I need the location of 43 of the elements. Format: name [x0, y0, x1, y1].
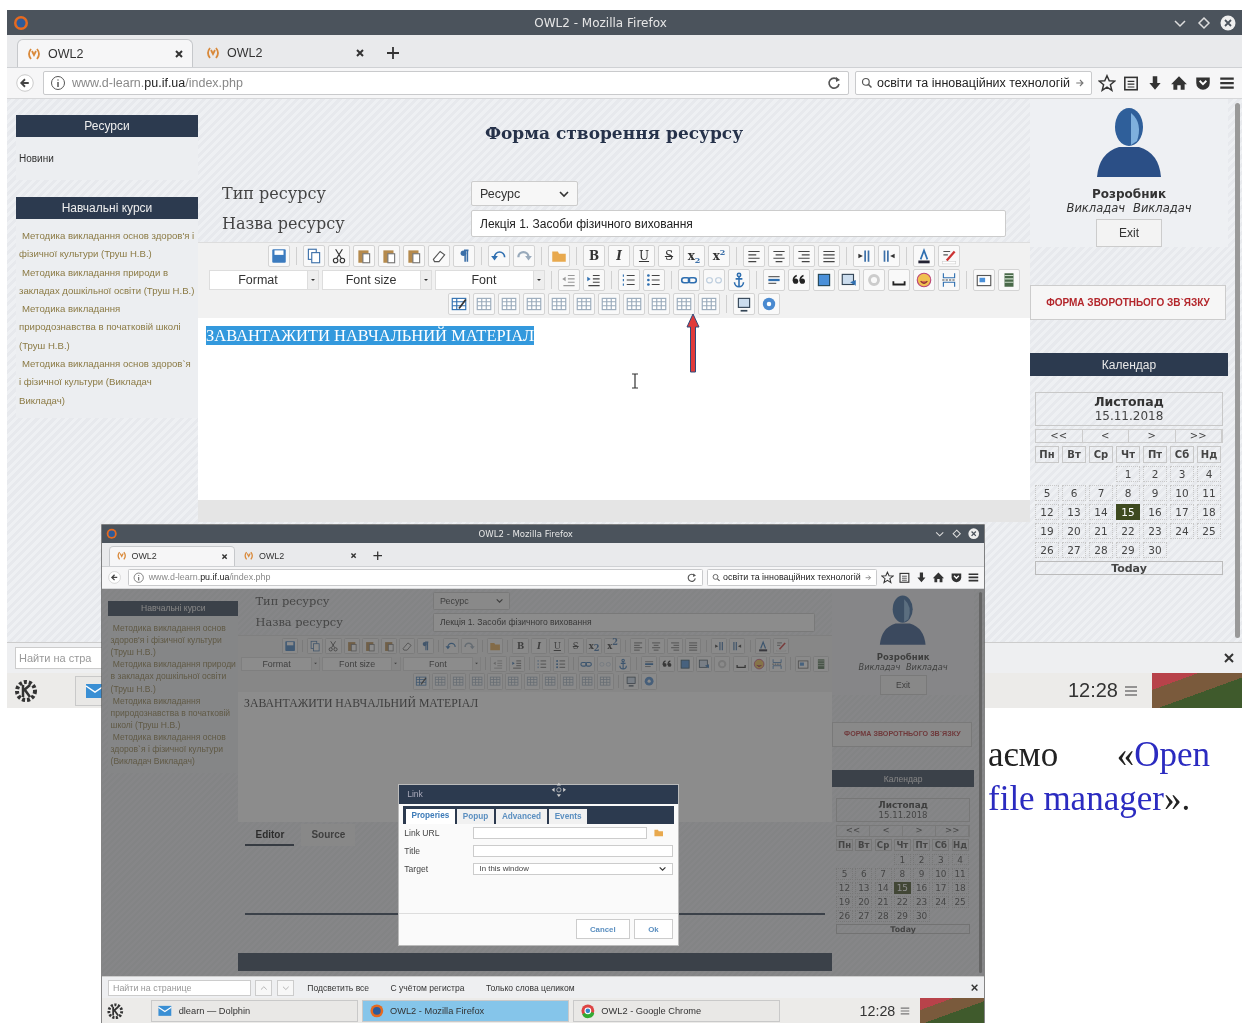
weekday-header: Нд: [1197, 446, 1221, 463]
weekday-header: Сб: [932, 838, 950, 852]
weekday-header: Нд: [951, 838, 969, 852]
field-label: Назва ресурсу: [222, 214, 346, 233]
field-label: Назва ресурсу: [255, 615, 344, 630]
editor-text: ЗАВАНТАЖИТИ НАВЧАЛЬНИЙ МАТЕРІАЛ: [206, 326, 535, 345]
editor-text: ЗАВАНТАЖИТИ НАВЧАЛЬНИЙ МАТЕРІАЛ: [244, 697, 479, 711]
month-name: Листопад: [878, 799, 928, 810]
form-heading: Форма створення ресурсу: [483, 122, 745, 145]
weekday-header: Чт: [893, 838, 911, 852]
user-role: Викладач: [1133, 201, 1192, 215]
field-label: Target: [404, 863, 430, 874]
dialog-title: Link: [407, 789, 423, 800]
field-label: Title: [404, 846, 422, 856]
weekday-header: Вт: [855, 838, 873, 852]
weekday-header: Чт: [1116, 446, 1140, 463]
weekday-header: Сб: [1170, 446, 1194, 463]
weekday-header: Вт: [1062, 446, 1086, 463]
window-title: OWL2 - Mozilla Firefox: [477, 528, 574, 539]
field-label: Link URL: [404, 828, 441, 839]
weekday-header: Ср: [1089, 446, 1113, 463]
document-paragraph: аємо «Open file manager».: [988, 734, 1210, 820]
sidebar-header: Ресурси: [16, 115, 198, 137]
user-name: Розробник: [1091, 187, 1167, 201]
sidebar-header: Навчальні курси: [108, 600, 239, 617]
field-label: Тип ресурсу: [222, 184, 327, 203]
weekday-header: Ср: [874, 838, 892, 852]
weekday-header: Пн: [1035, 446, 1059, 463]
month-name: Листопад: [1094, 394, 1164, 409]
weekday-header: Пт: [913, 838, 931, 852]
user-role: Викладач: [858, 661, 901, 672]
sidebar-header: Навчальні курси: [16, 197, 198, 219]
current-date: 15.11.2018: [1094, 409, 1164, 423]
weekday-header: Пн: [835, 838, 854, 852]
user-role: Викладач: [905, 661, 948, 672]
current-date: 15.11.2018: [878, 809, 928, 820]
window-title: OWL2 - Mozilla Firefox: [533, 15, 668, 30]
user-name: Розробник: [876, 651, 930, 662]
calendar-header: Календар: [1030, 353, 1228, 376]
calendar-header: Календар: [832, 770, 974, 787]
field-label: Тип ресурсу: [255, 593, 331, 608]
user-role: Викладач: [1066, 201, 1125, 215]
weekday-header: Пт: [1143, 446, 1167, 463]
